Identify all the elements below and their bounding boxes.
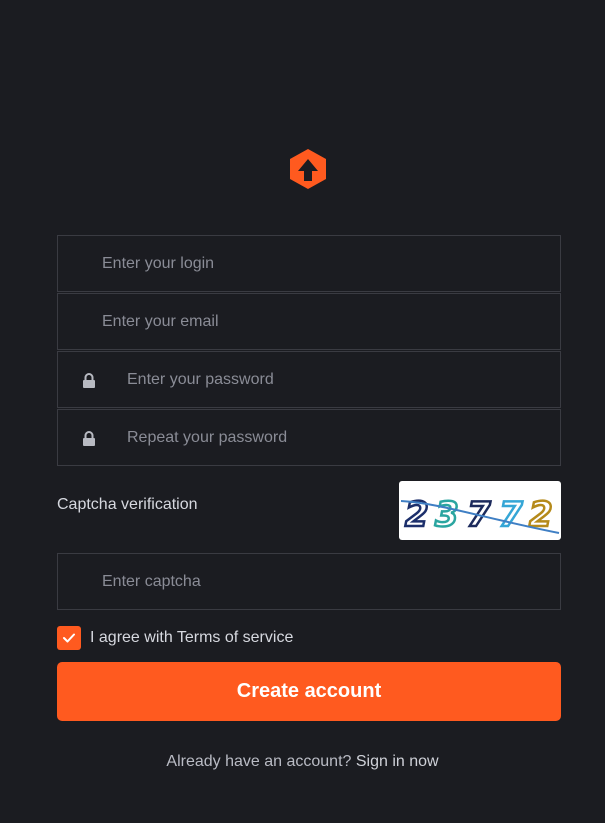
captcha-field-wrapper <box>57 553 561 610</box>
terms-agreement: I agree with Terms of service <box>57 626 293 650</box>
registration-form <box>57 235 561 466</box>
captcha-digit-4: 7 <box>499 495 523 535</box>
check-icon <box>63 633 75 643</box>
captcha-field-container <box>57 553 561 610</box>
captcha-section: Captcha verification 2 3 7 7 2 <box>57 481 561 540</box>
repeat-password-input[interactable] <box>58 410 560 465</box>
captcha-input[interactable] <box>58 554 560 609</box>
logo-icon <box>290 149 326 189</box>
email-input[interactable] <box>58 294 560 349</box>
login-field-container <box>57 235 561 292</box>
captcha-image-art: 2 3 7 7 2 <box>400 494 560 536</box>
terms-label[interactable]: I agree with Terms of service <box>90 629 293 647</box>
signin-link[interactable]: Sign in now <box>356 753 439 770</box>
repeat-password-field-container <box>57 409 561 466</box>
signin-prompt: Already have an account? Sign in now <box>0 753 605 771</box>
password-input[interactable] <box>58 352 560 407</box>
login-input[interactable] <box>58 236 560 291</box>
captcha-image: 2 3 7 7 2 <box>399 481 561 540</box>
password-field-container <box>57 351 561 408</box>
captcha-label: Captcha verification <box>57 496 198 513</box>
signin-prompt-text: Already have an account? <box>166 753 352 770</box>
create-account-button[interactable]: Create account <box>57 662 561 721</box>
terms-checkbox[interactable] <box>57 626 81 650</box>
email-field-container <box>57 293 561 350</box>
captcha-digit-2: 3 <box>435 495 459 535</box>
